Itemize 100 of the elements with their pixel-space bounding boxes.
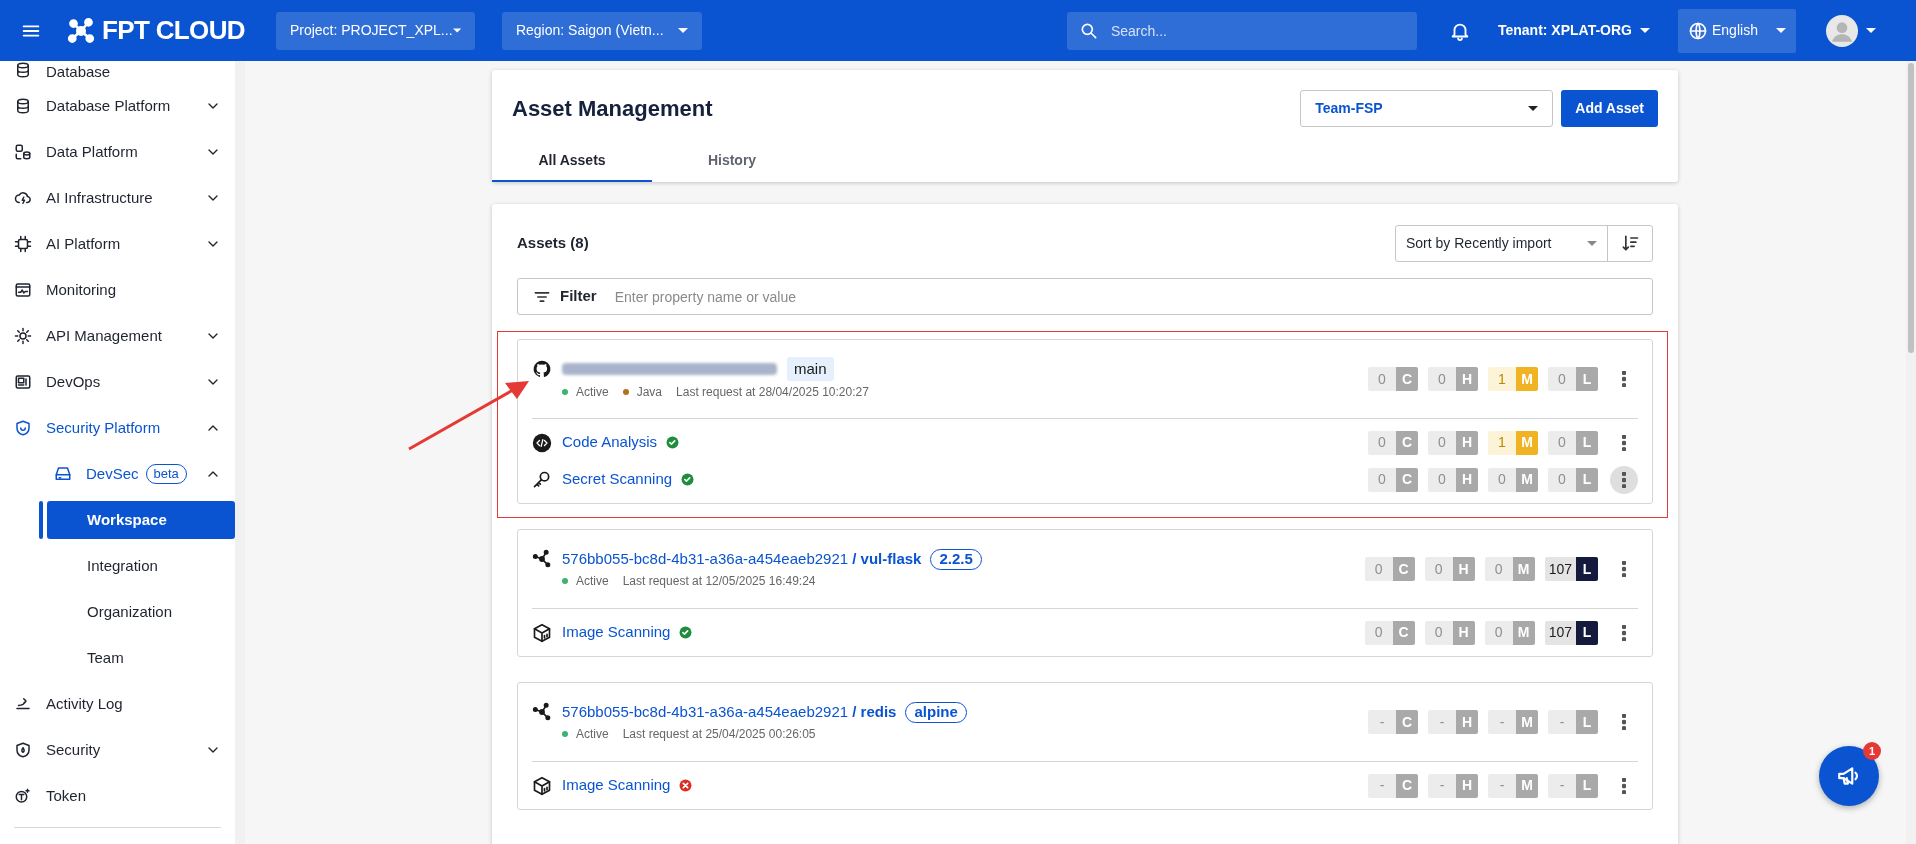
caret-icon (1640, 28, 1650, 33)
severity-count: 0 (1548, 430, 1576, 455)
severity-letter: C (1396, 467, 1418, 492)
severity-letter: C (1396, 773, 1418, 798)
code-icon (532, 432, 552, 453)
nodes-icon (532, 549, 552, 569)
scan-link[interactable]: Image Scanning (562, 621, 671, 644)
sidebar-item[interactable]: Token (0, 773, 235, 819)
menu-item-icon (14, 235, 32, 253)
user-menu[interactable] (1826, 14, 1876, 47)
sidebar-item[interactable]: Database (0, 61, 235, 83)
panel-title: Assets (8) (517, 232, 589, 253)
drive-icon (54, 465, 72, 483)
sidebar-item[interactable]: DevOps (0, 359, 235, 405)
project-select[interactable]: Project: PROJECT_XPL... (275, 11, 475, 50)
menu-item-icon (14, 281, 32, 299)
tenant-select[interactable]: Tenant: XPLAT-ORG (1497, 20, 1650, 41)
sidebar-item[interactable]: Monitoring (0, 267, 235, 313)
last-request: Last request at 12/05/2025 16:49:24 (622, 573, 816, 591)
more-icon (1622, 624, 1626, 641)
more-icon (1622, 471, 1626, 488)
sidebar-item[interactable]: AI Infrastructure (0, 175, 235, 221)
severity-letter: C (1396, 710, 1418, 734)
more-icon (1622, 561, 1626, 577)
scan-link[interactable]: Secret Scanning (562, 468, 673, 491)
sidebar-item[interactable]: Security (0, 727, 235, 773)
severity-letter: H (1456, 710, 1478, 734)
sidebar-item[interactable]: Workspace (47, 501, 235, 539)
severity-count: 1 (1488, 430, 1516, 455)
severity-count: 0 (1548, 467, 1576, 492)
sidebar-item[interactable]: API Management (0, 313, 235, 359)
severity-letter: C (1392, 620, 1415, 645)
avatar-icon (1826, 14, 1858, 47)
caret-icon (1776, 28, 1786, 33)
severity-count: 0 (1484, 557, 1513, 581)
severity-letter: L (1576, 430, 1598, 455)
sidebar-item[interactable]: Organization (47, 593, 235, 631)
sidebar-item[interactable]: Team (47, 639, 235, 677)
sidebar-item[interactable]: Activity Log (0, 681, 235, 727)
severity-count: - (1428, 773, 1456, 798)
nodes-icon (532, 702, 552, 722)
sidebar-item[interactable]: Security Platform (0, 405, 235, 451)
filter-field[interactable]: Filter Enter property name or value (517, 278, 1653, 315)
severity-count: 107 (1544, 557, 1576, 581)
scan-link[interactable]: Code Analysis (562, 431, 658, 454)
menu-item-icon (14, 373, 32, 391)
severity-letter: H (1456, 430, 1478, 455)
severity-count: - (1428, 710, 1456, 734)
scrollbar[interactable] (1906, 61, 1916, 844)
severity-letter: M (1516, 710, 1538, 734)
severity-count: 0 (1484, 620, 1513, 645)
severity-letter: M (1516, 467, 1538, 492)
severity-letter: C (1396, 430, 1418, 455)
severity-count: 1 (1488, 367, 1516, 391)
menu-item-icon (14, 61, 32, 79)
asset-link[interactable]: 576bb055-bc8d-4b31-a36a-a454eaeb2921 / vul-flask (562, 547, 922, 571)
tab[interactable]: History (652, 140, 812, 182)
sidebar-item[interactable]: Database Platform (0, 83, 235, 129)
meta-text: Active (576, 573, 609, 591)
add-asset-button[interactable]: Add Asset (1561, 89, 1658, 127)
severity-count: 0 (1428, 367, 1456, 391)
severity-letter: H (1456, 773, 1478, 798)
severity-count: - (1548, 710, 1576, 734)
severity-letter: L (1576, 620, 1598, 645)
key-icon (532, 469, 552, 490)
logo[interactable]: FPT CLOUD (64, 11, 245, 50)
filter-input[interactable]: Enter property name or value (614, 281, 1638, 312)
scan-link[interactable]: Image Scanning (562, 774, 671, 797)
severity-letter: H (1452, 620, 1475, 645)
severity-letter: M (1516, 430, 1538, 455)
severity-count: 107 (1544, 620, 1576, 645)
asset-link[interactable]: 576bb055-bc8d-4b31-a36a-a454eaeb2921 / redis (562, 700, 897, 724)
team-select[interactable]: Team-FSP (1300, 89, 1554, 127)
severity-count: 0 (1364, 557, 1393, 581)
tab[interactable]: All Assets (492, 140, 652, 182)
sidebar-item[interactable]: AI Platform (0, 221, 235, 267)
severity-count: 0 (1488, 467, 1516, 492)
severity-letter: L (1576, 773, 1598, 798)
severity-count: 0 (1424, 620, 1453, 645)
sidebar-item[interactable]: DevSec beta (0, 451, 235, 497)
page-title: Asset Management (512, 94, 713, 123)
severity-count: 0 (1368, 367, 1396, 391)
language-select[interactable]: English (1678, 8, 1796, 53)
severity-count: 0 (1428, 430, 1456, 455)
region-select[interactable]: Region: Saigon (Vietn... (501, 11, 702, 50)
menu-item-icon (14, 741, 32, 759)
severity-letter: C (1392, 557, 1415, 581)
severity-count: - (1488, 710, 1516, 734)
sidebar-item[interactable]: Data Platform (0, 129, 235, 175)
severity-count: - (1548, 773, 1576, 798)
severity-letter: L (1576, 557, 1598, 581)
caret-icon (1866, 28, 1876, 33)
more-button[interactable] (1610, 465, 1638, 494)
severity-count: 0 (1368, 430, 1396, 455)
meta-text: Active (576, 726, 609, 744)
sidebar-item[interactable]: Integration (47, 547, 235, 585)
scrollbar[interactable] (235, 61, 245, 844)
severity-letter: M (1516, 367, 1538, 391)
github-icon (532, 359, 552, 379)
more-icon (1622, 777, 1626, 794)
